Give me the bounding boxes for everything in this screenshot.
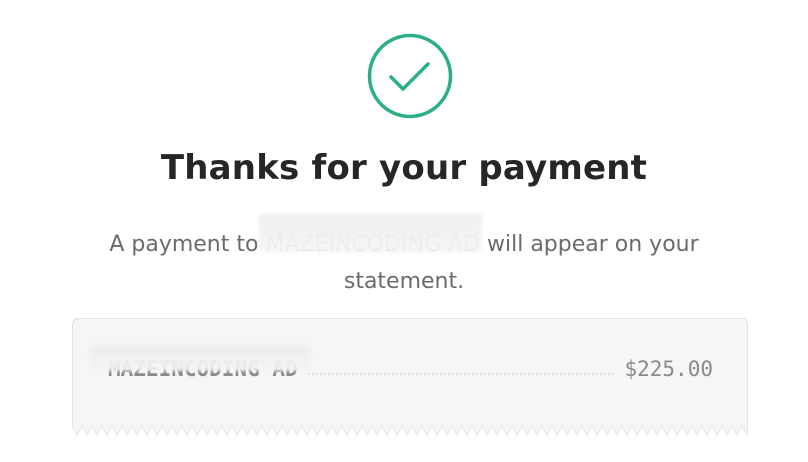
message-suffix: will appear on your [480,232,699,257]
message-merchant-name: MAZEINCODING AD [265,226,480,263]
payment-message-line-2: statement. [343,269,465,294]
receipt-line-item: MAZEINCODING AD $225.00 [108,355,713,383]
payment-message-line-1: A payment to MAZEINCODING AD will appear… [0,226,808,263]
receipt-amount: $225.00 [624,357,713,381]
receipt-merchant-name: MAZEINCODING AD [108,357,298,381]
checkmark-circle-icon [366,32,454,120]
receipt-torn-edge [72,426,748,444]
payment-confirmation-page: Thanks for your payment A payment to MAZ… [0,0,808,462]
payment-message: A payment to MAZEINCODING AD will appear… [0,226,808,300]
dotted-leader [307,373,615,375]
page-title: Thanks for your payment [160,148,648,188]
message-prefix: A payment to [109,232,266,257]
